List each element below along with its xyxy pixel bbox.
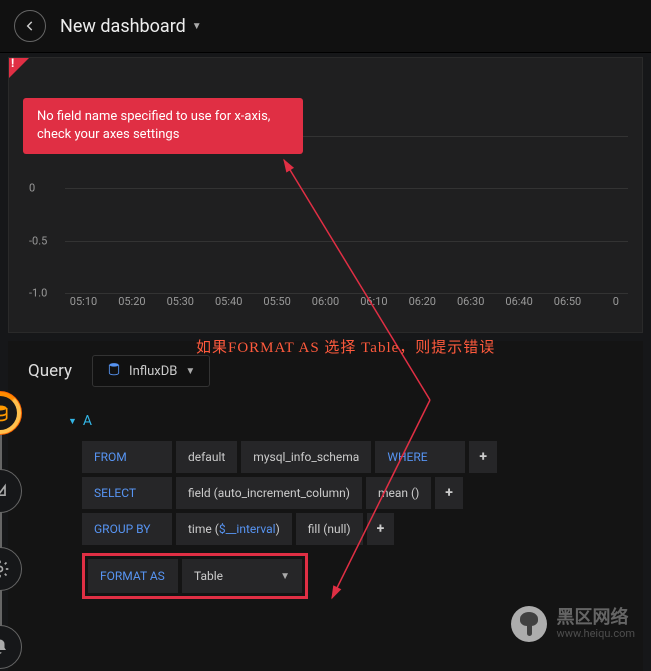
watermark-logo-icon [511,606,547,642]
x-tick: 06:10 [360,295,387,308]
database-icon [107,362,121,380]
x-tick: 05:30 [167,295,194,308]
format-as-row: FORMAT AS Table ▼ [82,553,308,599]
tab-general-icon[interactable] [0,547,22,591]
x-tick: 05:40 [215,295,242,308]
where-keyword: WHERE [375,441,465,473]
x-tick: 05:20 [118,295,145,308]
groupby-row: GROUP BY time ($__interval) fill (null) … [82,513,627,545]
plus-icon: + [445,485,453,501]
caret-down-icon: ▼ [185,366,195,377]
x-tick: 06:20 [409,295,436,308]
where-add-button[interactable]: + [469,441,497,473]
tab-alert-icon[interactable] [0,625,22,669]
select-aggregation[interactable]: mean () [366,477,431,509]
format-as-keyword: FORMAT AS [88,559,178,593]
plus-icon: + [377,521,385,537]
error-mark: ! [11,56,14,70]
error-tooltip: No field name specified to use for x-axi… [23,98,303,154]
caret-down-icon: ▼ [192,21,202,32]
y-tick: -1.0 [29,287,47,300]
select-add-button[interactable]: + [435,477,463,509]
groupby-time[interactable]: time ($__interval) [176,513,292,545]
x-tick: 06:30 [457,295,484,308]
groupby-fill[interactable]: fill (null) [296,513,363,545]
tab-visualization-icon[interactable] [0,469,22,513]
datasource-name: InfluxDB [129,364,177,379]
tab-queries-icon[interactable] [0,391,22,435]
groupby-keyword: GROUP BY [82,513,172,545]
x-tick: 06:40 [505,295,532,308]
x-tick: 05:10 [70,295,97,308]
x-tick: 06:00 [312,295,339,308]
watermark-title: 黑区网络 [557,608,636,628]
caret-down-icon: ▼ [68,416,77,427]
format-as-value: Table [194,569,223,583]
caret-down-icon: ▼ [280,571,290,582]
from-row: FROM default mysql_info_schema WHERE + [82,441,627,473]
watermark-url: www.heiqu.com [557,628,636,640]
from-measurement[interactable]: mysql_info_schema [241,441,371,473]
select-row: SELECT field (auto_increment_column) mea… [82,477,627,509]
annotation-text: 如果FORMAT AS 选择 Table，则提示错误 [196,336,495,357]
watermark: 黑区网络 www.heiqu.com [511,606,636,642]
datasource-picker[interactable]: InfluxDB ▼ [92,355,210,387]
dashboard-title-dropdown[interactable]: New dashboard ▼ [60,16,202,37]
x-tick: 0 [613,295,619,308]
from-retention-policy[interactable]: default [176,441,237,473]
format-as-dropdown[interactable]: Table ▼ [182,559,302,593]
query-row-toggle[interactable]: ▼ A [68,401,627,441]
chart-panel: ! No field name specified to use for x-a… [8,57,643,333]
dashboard-title: New dashboard [60,16,186,37]
query-row-label: A [83,413,92,429]
groupby-add-button[interactable]: + [367,513,395,545]
back-button[interactable] [14,10,46,42]
x-tick: 05:50 [263,295,290,308]
y-tick: -0.5 [29,234,47,247]
plus-icon: + [479,449,487,465]
from-keyword: FROM [82,441,172,473]
select-field[interactable]: field (auto_increment_column) [176,477,362,509]
select-keyword: SELECT [82,477,172,509]
x-tick: 06:50 [554,295,581,308]
query-tab-label: Query [28,361,72,381]
y-tick: 0 [29,182,35,195]
